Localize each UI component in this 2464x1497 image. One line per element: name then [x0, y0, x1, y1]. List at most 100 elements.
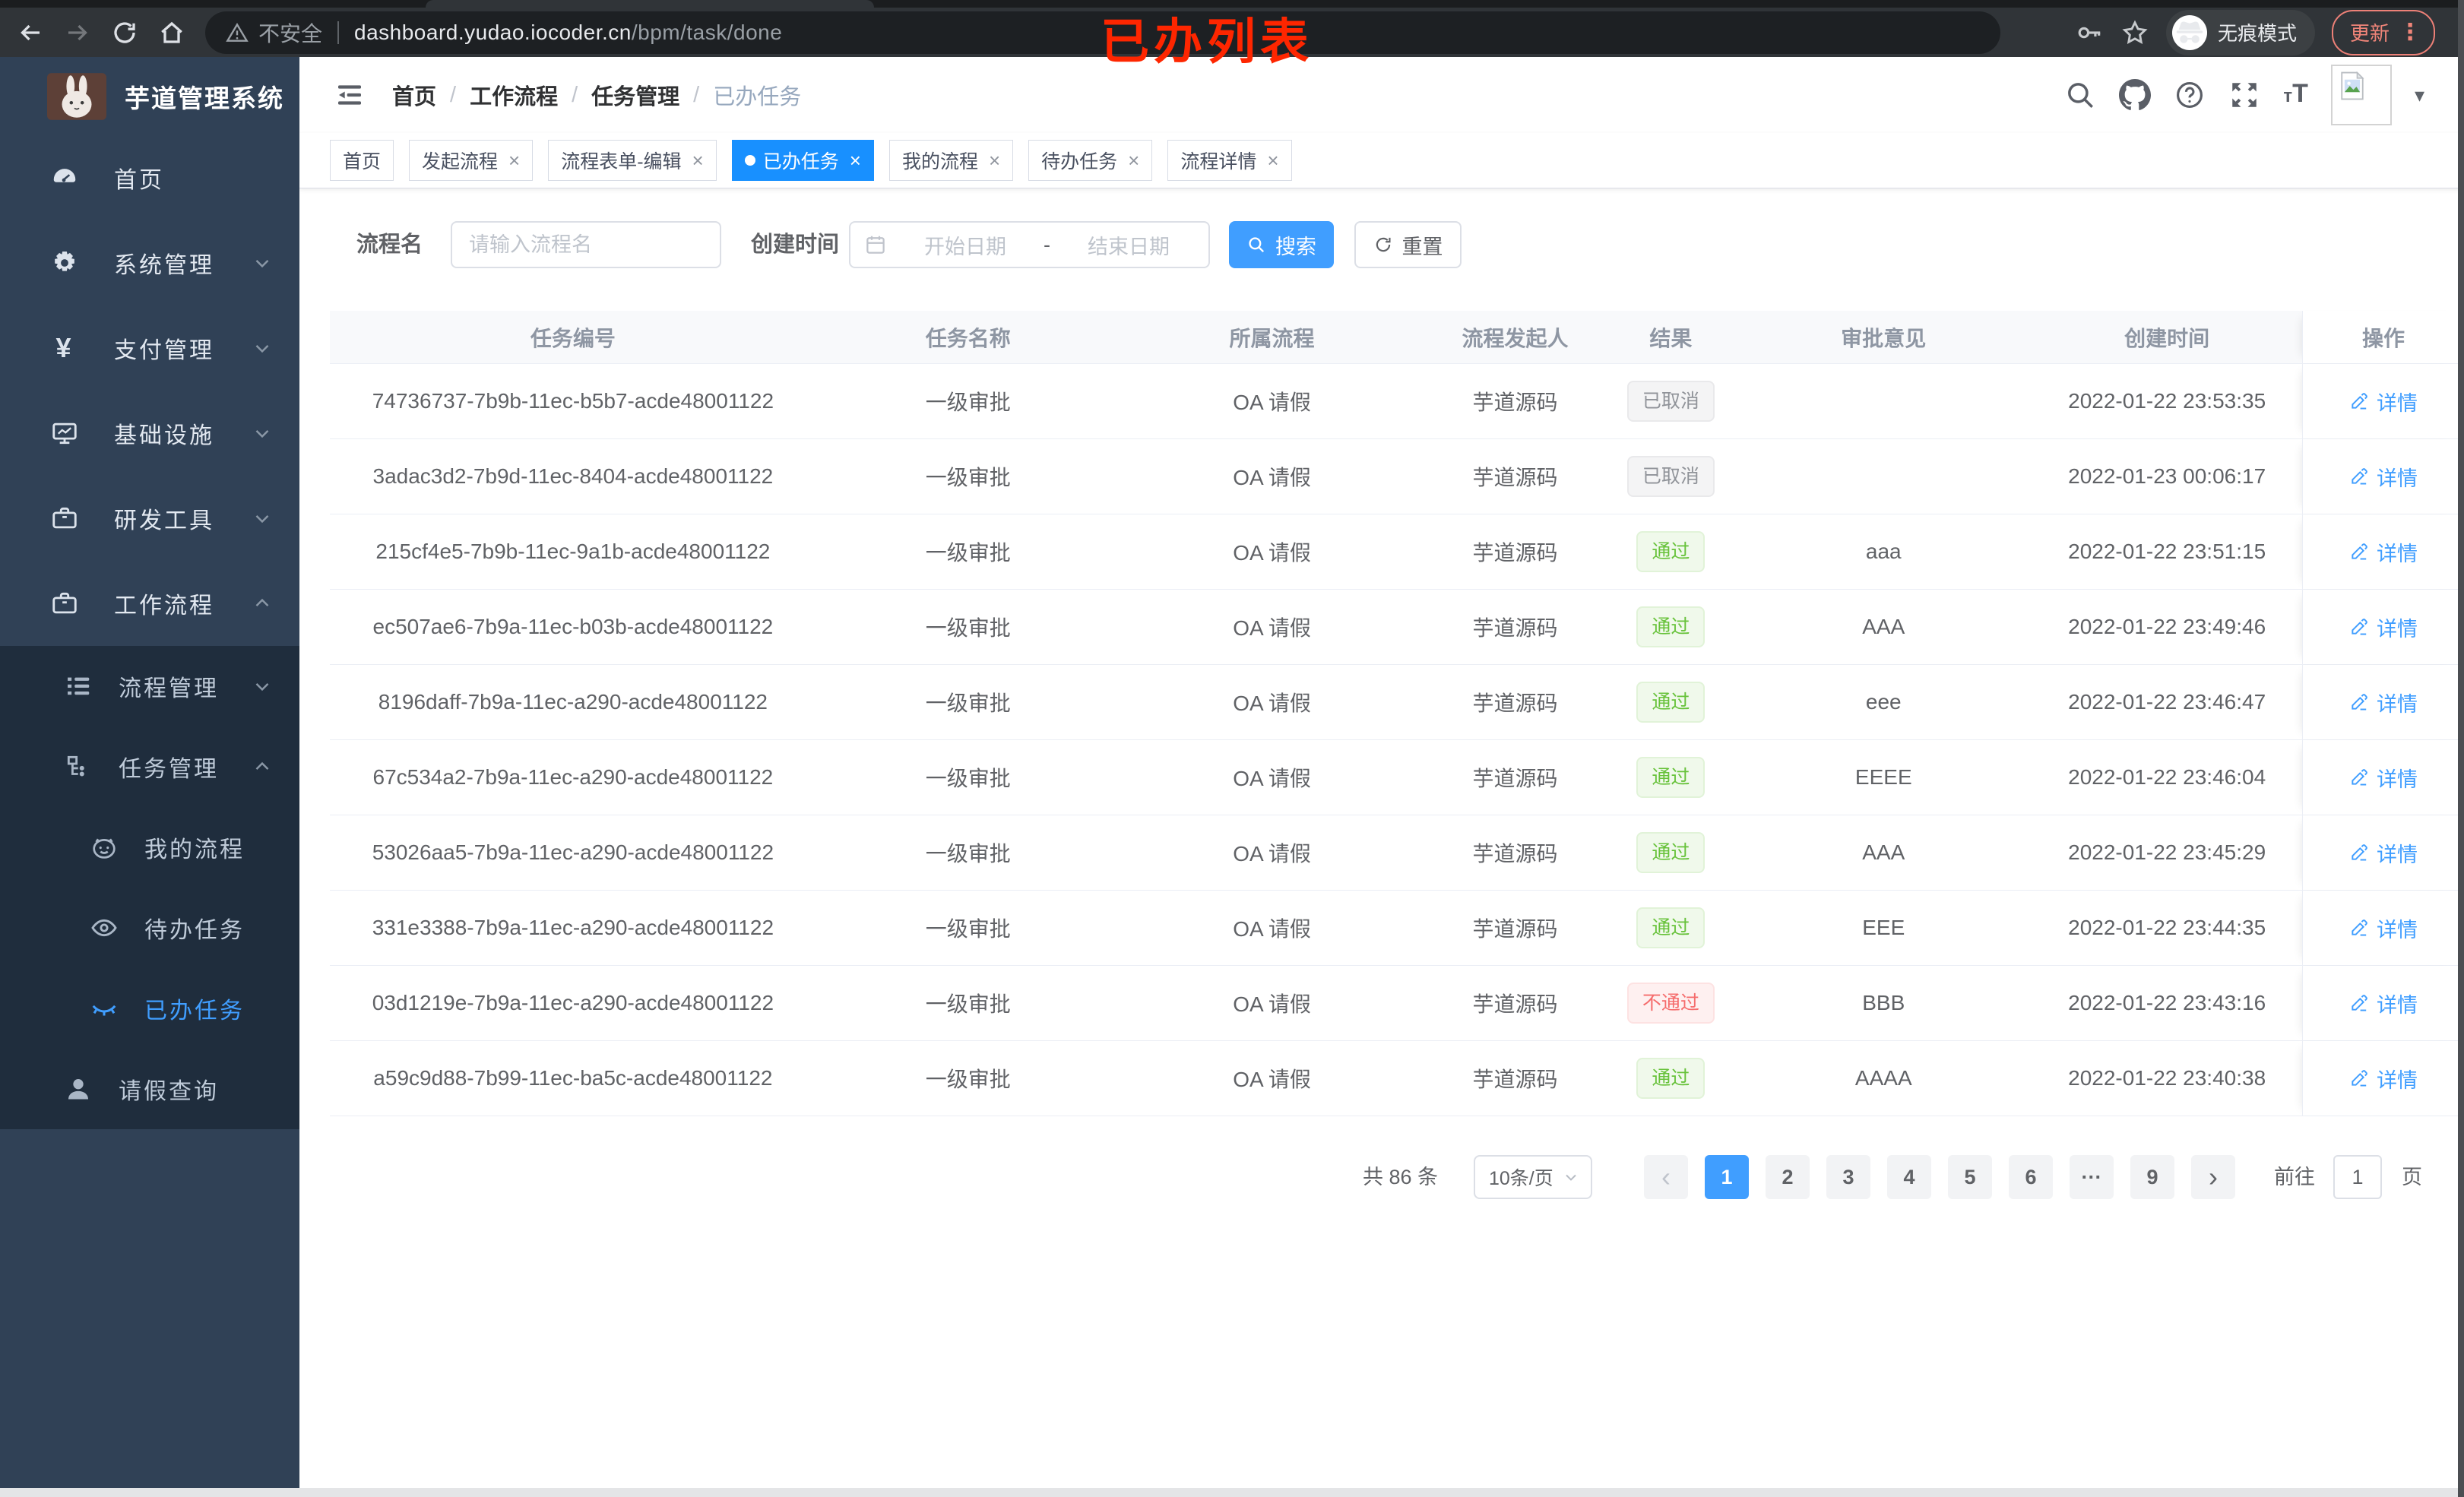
cell-task-id: 53026aa5-7b9a-11ec-a290-acde48001122 — [372, 840, 774, 864]
edit — [2349, 1068, 2369, 1088]
page-button-9[interactable]: 9 — [2130, 1155, 2174, 1199]
page-size-select[interactable]: 10条/页 — [1474, 1155, 1592, 1199]
tab-发起流程[interactable]: 发起流程 × — [409, 140, 534, 181]
cell-created: 2022-01-22 23:45:29 — [2068, 840, 2266, 864]
goto-page-input[interactable] — [2333, 1155, 2382, 1199]
sidebar-item-todo-tasks[interactable]: 待办任务 — [0, 888, 299, 968]
detail-link[interactable]: 详情 — [2349, 913, 2418, 943]
process-name-label: 流程名 — [356, 233, 423, 257]
cell-process: OA 请假 — [1233, 992, 1311, 1016]
breadcrumb-item[interactable]: 任务管理 — [591, 79, 679, 111]
page-button-1[interactable]: 1 — [1705, 1155, 1749, 1199]
sidebar-item-leave-query[interactable]: 请假查询 — [0, 1049, 299, 1129]
url-host: dashboard.yudao.iocoder.cn — [354, 20, 632, 44]
close-icon[interactable]: × — [1128, 150, 1139, 170]
close-icon[interactable]: × — [508, 150, 520, 170]
chevron-down-icon[interactable]: ▾ — [2415, 84, 2424, 107]
sidebar-item-home[interactable]: 首页 — [0, 135, 299, 220]
tab-流程表单-编辑[interactable]: 流程表单-编辑 × — [548, 140, 717, 181]
page-button-2[interactable]: 2 — [1766, 1155, 1810, 1199]
reset-button[interactable]: 重置 — [1354, 221, 1462, 268]
breadcrumb-item[interactable]: 工作流程 — [470, 79, 558, 111]
detail-link[interactable]: 详情 — [2349, 838, 2418, 868]
sidebar-item-label: 支付管理 — [114, 338, 214, 363]
fullscreen-icon[interactable] — [2228, 79, 2260, 111]
sidebar-item-system[interactable]: 系统管理 — [0, 220, 299, 305]
face-icon — [90, 833, 119, 862]
cell-starter: 芋道源码 — [1472, 692, 1558, 715]
search-button[interactable]: 搜索 — [1229, 221, 1334, 268]
cell-task-id: 67c534a2-7b9a-11ec-a290-acde48001122 — [372, 765, 774, 789]
date-range-picker[interactable]: 开始日期 - 结束日期 — [849, 221, 1210, 268]
detail-link[interactable]: 详情 — [2349, 989, 2418, 1018]
search-button-label: 搜索 — [1275, 235, 1316, 258]
search-icon[interactable] — [2064, 79, 2096, 111]
cell-task-id: 8196daff-7b9a-11ec-a290-acde48001122 — [378, 690, 768, 714]
home-button[interactable] — [152, 13, 192, 52]
tab-流程详情[interactable]: 流程详情 × — [1167, 140, 1292, 181]
url-path: /bpm/task/done — [631, 20, 783, 44]
detail-link[interactable]: 详情 — [2349, 537, 2418, 567]
page-button-3[interactable]: 3 — [1826, 1155, 1870, 1199]
detail-link[interactable]: 详情 — [2349, 462, 2418, 492]
sidebar-item-devtools[interactable]: 研发工具 — [0, 476, 299, 561]
close-icon[interactable]: × — [692, 150, 704, 170]
sidebar-item-payment[interactable]: ¥ 支付管理 — [0, 305, 299, 391]
column-header: 任务编号 — [530, 326, 616, 350]
sidebar-item-done-tasks[interactable]: 已办任务 — [0, 968, 299, 1049]
detail-link[interactable]: 详情 — [2349, 612, 2418, 642]
browser-tab[interactable] — [426, 0, 874, 8]
cell-created: 2022-01-22 23:46:47 — [2068, 690, 2266, 714]
sidebar-item-workflow[interactable]: 工作流程 — [0, 561, 299, 646]
detail-link[interactable]: 详情 — [2349, 1064, 2418, 1093]
tab-待办任务[interactable]: 待办任务 × — [1028, 140, 1153, 181]
next-page-button[interactable]: › — [2191, 1155, 2235, 1199]
forward-button[interactable] — [58, 13, 97, 52]
detail-link[interactable]: 详情 — [2349, 688, 2418, 717]
detail-link[interactable]: 详情 — [2349, 387, 2418, 416]
column-header: 任务名称 — [925, 326, 1011, 350]
column-header: 操作 — [2302, 311, 2464, 363]
browser-menu-icon[interactable]: ⋮ — [2399, 21, 2421, 44]
page-button-5[interactable]: 5 — [1948, 1155, 1992, 1199]
page-button-4[interactable]: 4 — [1887, 1155, 1931, 1199]
cell-created: 2022-01-22 23:40:38 — [2068, 1066, 2266, 1090]
main-area: 首页 / 工作流程 / 任务管理 / 已办任务 тT ▾ 首页 发起流程 × 流程表单-编辑 × 已办… — [299, 57, 2464, 1497]
tags-view-bar: 首页 发起流程 × 流程表单-编辑 × 已办任务 × 我的流程 × 待办任务 × 流程详情 × — [299, 133, 2464, 188]
cell-process: OA 请假 — [1233, 391, 1311, 414]
github-icon[interactable] — [2119, 79, 2152, 111]
tab-已办任务[interactable]: 已办任务 × — [731, 140, 874, 181]
eye-icon — [90, 913, 119, 942]
sidebar-item-my-process[interactable]: 我的流程 — [0, 807, 299, 888]
sidebar-logo-row[interactable]: 芋道管理系统 — [0, 57, 299, 135]
avatar[interactable] — [2330, 65, 2392, 125]
tab-我的流程[interactable]: 我的流程 × — [888, 140, 1014, 181]
close-icon[interactable]: × — [1267, 150, 1278, 170]
tab-首页[interactable]: 首页 — [330, 140, 394, 181]
cell-actions: 详情 — [2302, 364, 2464, 438]
font-size-icon[interactable]: тT — [2283, 78, 2308, 112]
key-icon[interactable] — [2075, 18, 2104, 47]
person-icon — [64, 1074, 93, 1103]
cell-actions: 详情 — [2302, 590, 2464, 664]
more-pages-button[interactable]: ··· — [2070, 1155, 2114, 1199]
bookmark-star-icon[interactable] — [2120, 18, 2149, 47]
reload-button[interactable] — [105, 13, 144, 52]
update-button[interactable]: 更新 ⋮ — [2331, 9, 2435, 55]
process-name-input[interactable] — [451, 221, 721, 268]
back-button[interactable] — [11, 13, 50, 52]
breadcrumb-item[interactable]: 首页 — [392, 79, 436, 111]
close-icon[interactable]: × — [850, 150, 861, 170]
close-icon[interactable]: × — [989, 150, 1000, 170]
sidebar-item-process-mgmt[interactable]: 流程管理 — [0, 646, 299, 726]
collapse-sidebar-icon[interactable] — [333, 80, 366, 110]
dashboard-icon — [50, 163, 79, 192]
detail-link[interactable]: 详情 — [2349, 763, 2418, 793]
prev-page-button[interactable]: ‹ — [1644, 1155, 1688, 1199]
sidebar-item-label: 任务管理 — [119, 757, 219, 782]
back-icon — [17, 19, 44, 46]
page-button-6[interactable]: 6 — [2009, 1155, 2053, 1199]
sidebar-item-task-mgmt[interactable]: 任务管理 — [0, 726, 299, 807]
help-icon[interactable] — [2174, 79, 2206, 111]
sidebar-item-infra[interactable]: 基础设施 — [0, 391, 299, 476]
